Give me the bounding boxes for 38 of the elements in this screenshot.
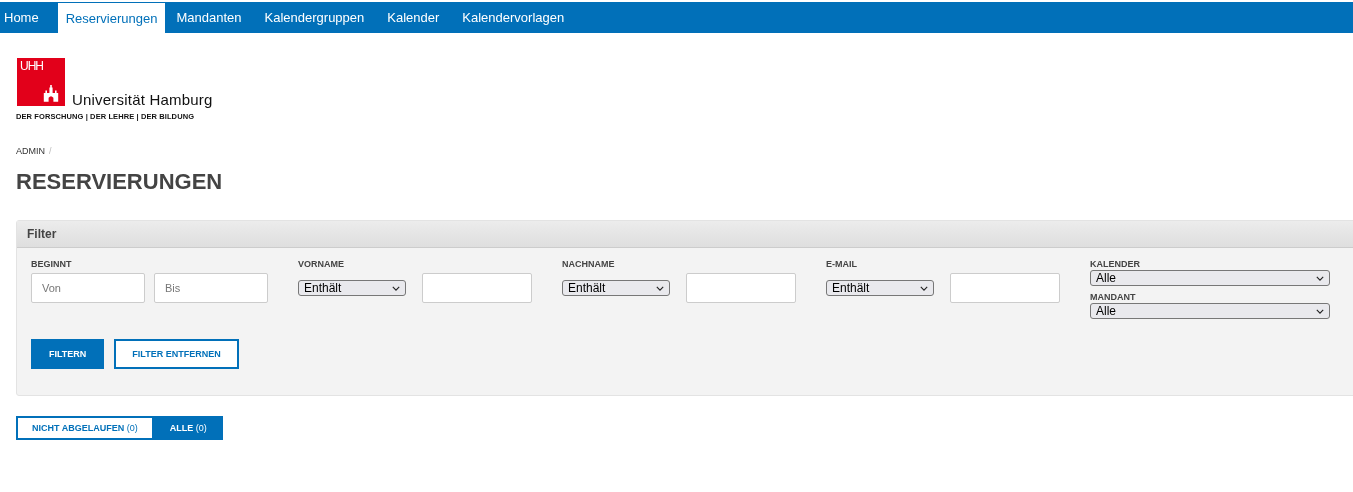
input-field[interactable]: [686, 273, 796, 303]
panel-title: Filter: [27, 227, 57, 241]
castle-icon: [43, 83, 59, 103]
filter-button[interactable]: FILTERN: [31, 339, 105, 369]
field-label: BEGINNT: [31, 259, 73, 271]
breadcrumb-link[interactable]: ADMIN: [16, 146, 45, 156]
dropdown[interactable]: Enthält: [826, 280, 934, 296]
caret-icon: [920, 285, 928, 291]
caret-icon: [1316, 308, 1324, 314]
dropdown[interactable]: Alle: [1090, 303, 1330, 319]
field-label: MANDANT: [1090, 292, 1137, 303]
nav-item[interactable]: Reservierungen: [57, 3, 166, 33]
breadcrumb-separator: /: [49, 146, 52, 156]
logo-name: Universität Hamburg: [72, 91, 213, 109]
caret-icon: [656, 285, 664, 291]
dropdown[interactable]: Enthält: [562, 280, 670, 296]
nav-item[interactable]: Mandanten: [172, 2, 254, 33]
input-field[interactable]: [950, 273, 1060, 303]
input-field[interactable]: Bis: [154, 273, 268, 303]
nav-item[interactable]: Home: [0, 2, 51, 33]
clear-filter-button[interactable]: FILTER ENTFERNEN: [114, 339, 239, 369]
logo-letters: UHH: [20, 60, 43, 73]
dropdown[interactable]: Enthält: [298, 280, 406, 296]
input-field[interactable]: [422, 273, 532, 303]
page-title: RESERVIERUNGEN: [16, 169, 224, 195]
nav-item[interactable]: Kalendergruppen: [260, 2, 377, 33]
caret-icon: [392, 285, 400, 291]
tab[interactable]: NICHT ABGELAUFEN (0): [16, 416, 154, 440]
field-label: NACHNAME: [562, 259, 616, 271]
dropdown[interactable]: Alle: [1090, 270, 1330, 286]
nav-item[interactable]: Kalendervorlagen: [458, 2, 577, 33]
field-label: E-MAIL: [826, 259, 858, 271]
nav-item[interactable]: Kalender: [383, 2, 452, 33]
input-field[interactable]: Von: [31, 273, 145, 303]
field-label: VORNAME: [298, 259, 345, 271]
field-label: KALENDER: [1090, 259, 1141, 270]
caret-icon: [1316, 275, 1324, 281]
tab[interactable]: ALLE (0): [153, 416, 223, 440]
